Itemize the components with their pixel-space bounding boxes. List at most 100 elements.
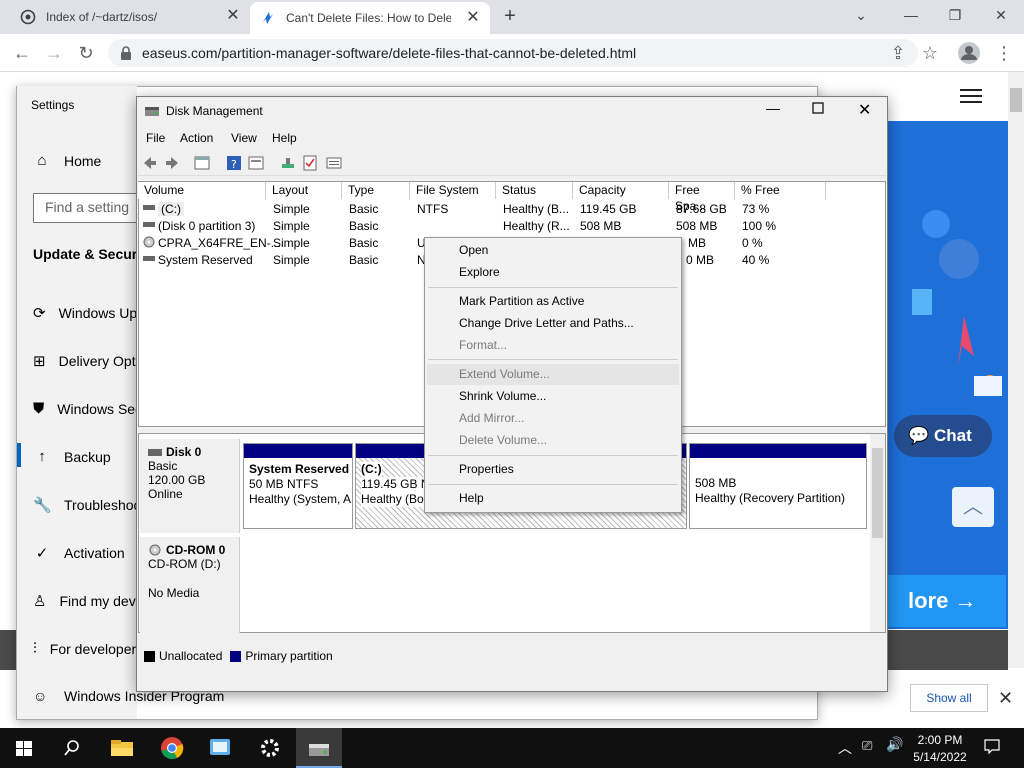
settings-item-backup[interactable]: ↑ Backup (33, 448, 137, 465)
menu-file[interactable]: File (146, 131, 165, 145)
settings-item-activation[interactable]: ✓ Activation (33, 544, 137, 562)
browser-menu-icon[interactable]: ⋮ (994, 43, 1014, 63)
table-row[interactable]: (Disk 0 partition 3) Simple Basic Health… (140, 219, 880, 236)
minimize-icon[interactable]: — (766, 100, 780, 116)
col-filesystem[interactable]: File System (410, 182, 496, 199)
col-volume[interactable]: Volume (138, 182, 266, 199)
chrome-icon[interactable] (158, 734, 186, 762)
network-icon[interactable]: ⎚ (862, 738, 872, 754)
menu-item-extend[interactable]: Extend Volume... (459, 367, 550, 381)
cdrom0-label[interactable]: CD-ROM 0 CD-ROM (D:) No Media (140, 537, 240, 633)
forward-arrow-icon[interactable] (164, 155, 180, 171)
search-icon[interactable] (58, 734, 86, 762)
settings-item-delivery[interactable]: ⊞ Delivery Optimization (33, 352, 137, 370)
partition-status: Healthy (Recovery Partition) (695, 491, 846, 505)
col-layout[interactable]: Layout (266, 182, 342, 199)
settings-item-find-device[interactable]: ♙ Find my device (33, 592, 137, 610)
chat-button[interactable]: 💬 Chat (894, 415, 992, 457)
console-tree-icon[interactable] (194, 155, 210, 171)
back-arrow-icon[interactable] (142, 155, 158, 171)
share-icon[interactable]: ⇪ (888, 43, 908, 63)
scrollbar-thumb[interactable] (1010, 88, 1022, 112)
menu-item-delete[interactable]: Delete Volume... (459, 433, 547, 447)
connect-icon[interactable] (280, 155, 296, 171)
page-scrollbar[interactable] (1008, 72, 1024, 668)
hero-illustration (884, 121, 1008, 629)
lock-icon[interactable] (120, 46, 132, 60)
url-text[interactable]: easeus.com/partition-manager-software/de… (142, 45, 636, 61)
cdrom-drive: CD-ROM (D:) (148, 557, 221, 571)
volume-icon[interactable]: 🔊 (886, 736, 903, 753)
settings-item-security[interactable]: ⛊ Windows Security (33, 400, 137, 417)
scrollbar-thumb[interactable] (872, 448, 883, 538)
close-icon[interactable]: ✕ (858, 100, 871, 120)
settings-home[interactable]: ⌂ Home (33, 152, 137, 169)
menu-item-shrink[interactable]: Shrink Volume... (459, 389, 546, 403)
partition-body: System Reserved 50 MB NTFS Healthy (Syst… (244, 458, 352, 528)
partition-status: Healthy (System, A (249, 492, 352, 506)
menu-action[interactable]: Action (180, 131, 213, 145)
col-percent-free[interactable]: % Free (735, 182, 826, 199)
tab-close-icon[interactable]: ✕ (226, 8, 240, 24)
back-arrow-icon[interactable]: ← (12, 43, 32, 63)
menu-item-change-letter[interactable]: Change Drive Letter and Paths... (459, 316, 634, 330)
close-download-bar-icon[interactable]: ✕ (998, 688, 1013, 709)
help-icon[interactable]: ? (226, 155, 242, 171)
settings-item-windows-update[interactable]: ⟳ Windows Update (33, 304, 137, 322)
menu-item-open[interactable]: Open (459, 243, 488, 257)
col-free-space[interactable]: Free Spa... (669, 182, 735, 213)
chevron-down-icon[interactable]: ⌄ (838, 0, 884, 30)
list-view-icon[interactable] (326, 155, 342, 171)
col-status[interactable]: Status (496, 182, 573, 199)
restore-icon[interactable]: ❐ (932, 0, 978, 30)
remote-desktop-icon[interactable] (206, 734, 234, 762)
menu-item-explore[interactable]: Explore (459, 265, 500, 279)
properties-icon[interactable] (248, 155, 264, 171)
new-tab-icon[interactable]: + (500, 6, 520, 26)
menu-item-help[interactable]: Help (459, 491, 484, 505)
menu-help[interactable]: Help (272, 131, 297, 145)
profile-avatar-icon[interactable] (958, 42, 980, 64)
taskbar-active-app[interactable] (296, 728, 342, 768)
scroll-to-top-button[interactable]: ︿ (952, 487, 994, 527)
menu-item-format[interactable]: Format... (459, 338, 507, 352)
settings-item-developers[interactable]: ⫶ For developers (33, 640, 137, 657)
cell: System Reserved (158, 253, 253, 267)
menu-view[interactable]: View (231, 131, 257, 145)
close-window-icon[interactable]: ✕ (978, 0, 1024, 30)
check-icon[interactable] (302, 155, 318, 171)
col-type[interactable]: Type (342, 182, 410, 199)
browser-tab-index[interactable]: Index of /~dartz/isos/ ✕ (10, 0, 250, 34)
reload-icon[interactable]: ↻ (76, 43, 96, 63)
menu-item-add-mirror[interactable]: Add Mirror... (459, 411, 524, 425)
file-explorer-icon[interactable] (108, 734, 136, 762)
star-icon[interactable]: ☆ (920, 43, 940, 63)
tab-close-icon[interactable]: ✕ (466, 10, 480, 26)
partition-recovery[interactable]: 508 MB Healthy (Recovery Partition) (689, 443, 867, 529)
clock[interactable]: 2:00 PM 5/14/2022 (910, 732, 970, 766)
graphical-scrollbar[interactable] (870, 434, 885, 632)
settings-search-input[interactable]: Find a setting (33, 193, 137, 223)
disk-size: 120.00 GB (148, 473, 206, 487)
hamburger-menu-icon[interactable] (960, 88, 982, 104)
forward-arrow-icon[interactable]: → (44, 43, 64, 63)
settings-item-troubleshoot[interactable]: 🔧 Troubleshoot (33, 496, 137, 514)
show-all-button[interactable]: Show all (910, 684, 988, 712)
dev-icon: ⫶ (33, 640, 37, 657)
learn-more-button[interactable]: lore → (884, 575, 1006, 627)
menu-item-mark-active[interactable]: Mark Partition as Active (459, 294, 584, 308)
notification-icon[interactable] (984, 738, 1000, 754)
menu-item-properties[interactable]: Properties (459, 462, 514, 476)
settings-title: Settings (31, 98, 75, 112)
browser-tab-easeus[interactable]: Can't Delete Files: How to Delete ✕ (250, 2, 490, 34)
maximize-icon[interactable] (812, 102, 824, 114)
table-row[interactable]: (C:) Simple Basic NTFS Healthy (B... 119… (140, 202, 880, 219)
col-capacity[interactable]: Capacity (573, 182, 669, 199)
arrow-right-icon: → (954, 588, 977, 613)
settings-gear-icon[interactable] (256, 734, 284, 762)
partition-system-reserved[interactable]: System Reserved 50 MB NTFS Healthy (Syst… (243, 443, 353, 529)
tray-chevron-up-icon[interactable]: ︿ (838, 738, 852, 758)
minimize-icon[interactable]: — (888, 0, 934, 30)
disk0-label[interactable]: Disk 0 Basic 120.00 GB Online (140, 439, 240, 533)
windows-start-icon[interactable] (10, 734, 38, 762)
